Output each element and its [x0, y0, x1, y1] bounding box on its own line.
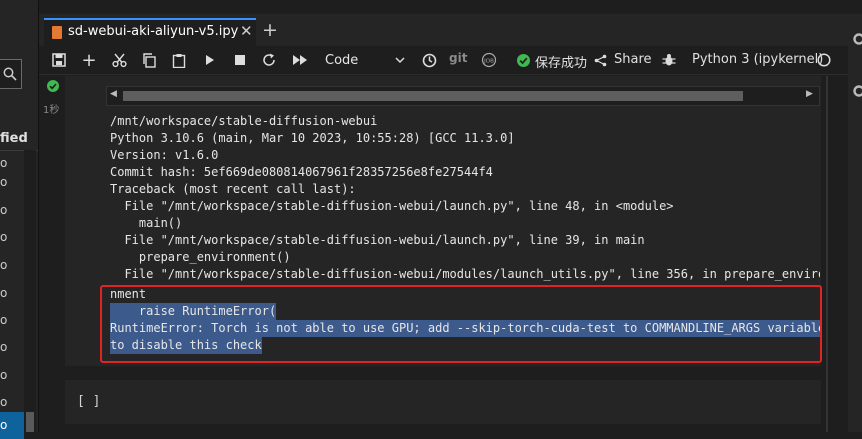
file-list-item[interactable]: o: [0, 224, 24, 251]
chevron-down-icon: [395, 57, 405, 64]
file-list-scrollbar[interactable]: [24, 150, 36, 432]
cell-type-value: Code: [325, 53, 358, 68]
cell-type-dropdown[interactable]: Code: [321, 46, 411, 74]
right-sidebar: [848, 14, 862, 432]
notebook-toolbar: + Code: [39, 46, 862, 75]
file-list-item[interactable]: o: [0, 362, 24, 389]
file-list-item-label: o: [0, 395, 7, 409]
file-list-item[interactable]: o: [0, 280, 24, 307]
kernel-settings-button[interactable]: [659, 46, 679, 74]
file-list-header[interactable]: fied: [0, 128, 38, 151]
bug-icon: [662, 53, 676, 67]
output-line: Version: v1.6.0: [110, 147, 218, 164]
modified-column-label: fied: [0, 131, 28, 146]
output-line: prepare_environment(): [110, 249, 291, 266]
git-button[interactable]: git: [449, 51, 467, 65]
file-list-item-label: o: [0, 175, 7, 189]
close-icon[interactable]: ✕: [240, 22, 253, 40]
save-button[interactable]: [49, 46, 69, 74]
error-highlight-box: [100, 285, 822, 363]
save-status-check-icon: [516, 46, 530, 74]
file-list-item[interactable]: o: [0, 169, 24, 196]
scroll-thumb[interactable]: [123, 91, 743, 101]
share-icon: [593, 46, 607, 74]
stop-icon: [235, 55, 245, 65]
file-list-item[interactable]: o: [0, 334, 24, 361]
svg-text:JOB: JOB: [483, 59, 494, 65]
output-line: File "/mnt/workspace/stable-diffusion-we…: [110, 266, 820, 283]
file-list-item-label: o: [0, 156, 7, 170]
share-button[interactable]: Share: [614, 52, 652, 67]
kernel-name[interactable]: Python 3 (ipykernel): [692, 52, 823, 67]
file-list-item-label: o: [0, 286, 7, 300]
file-list-item-label: o: [0, 203, 7, 217]
execution-success-icon: [47, 80, 59, 96]
file-list-item[interactable]: o: [0, 412, 24, 439]
new-tab-button[interactable]: +: [258, 18, 282, 44]
gear-icon[interactable]: [852, 32, 862, 46]
file-list-item[interactable]: o: [0, 197, 24, 224]
execution-count-label: [ ]: [77, 394, 100, 409]
output-line: Python 3.10.6 (main, Mar 10 2023, 10:55:…: [110, 130, 515, 147]
file-list-item-label: o: [0, 313, 7, 327]
file-search-button[interactable]: [0, 59, 22, 89]
clipboard-icon: [172, 53, 186, 68]
output-line: Traceback (most recent call last):: [110, 181, 356, 198]
file-list-scroll-thumb[interactable]: [26, 412, 34, 432]
job-icon: JOB: [481, 52, 497, 68]
file-list-item[interactable]: o: [0, 252, 24, 279]
file-list-item-label: o: [0, 368, 7, 382]
plus-icon: +: [81, 50, 96, 71]
file-list-item-label: o: [0, 230, 7, 244]
output-line: File "/mnt/workspace/stable-diffusion-we…: [110, 232, 645, 249]
fast-forward-icon: [293, 55, 307, 65]
history-button[interactable]: [419, 46, 439, 74]
output-line: Commit hash: 5ef669de080814067961f283572…: [110, 164, 493, 181]
paste-button[interactable]: [169, 46, 189, 74]
scroll-right-arrow-icon[interactable]: ▶: [806, 89, 813, 99]
cut-button[interactable]: [109, 46, 129, 74]
search-icon: [3, 67, 17, 81]
refresh-icon: [262, 53, 276, 67]
output-line: main(): [110, 215, 182, 232]
notebook-scrollbar[interactable]: [826, 76, 828, 432]
output-line: /mnt/workspace/stable-diffusion-webui: [110, 113, 377, 130]
save-status-text: 保存成功: [535, 52, 587, 71]
job-button[interactable]: JOB: [479, 46, 499, 74]
tab-notebook[interactable]: sd-webui-aki-aliyun-v5.ipynb ✕: [44, 18, 256, 46]
interrupt-kernel-button[interactable]: [231, 46, 249, 74]
clock-icon: [422, 53, 437, 68]
scroll-left-arrow-icon[interactable]: ◀: [110, 89, 117, 99]
execution-time: 1秒: [43, 101, 59, 116]
save-icon: [52, 53, 66, 67]
file-list-item-label: o: [0, 418, 7, 432]
copy-button[interactable]: [139, 46, 159, 74]
empty-code-cell[interactable]: [ ]: [65, 380, 821, 424]
kernel-status-icon: [815, 46, 833, 74]
file-list-item-label: o: [0, 340, 7, 354]
tab-title: sd-webui-aki-aliyun-v5.ipynb: [68, 24, 238, 39]
copy-icon: [142, 53, 156, 68]
file-list-item-label: o: [0, 258, 7, 272]
output-horizontal-scrollbar[interactable]: ◀ ▶: [106, 86, 820, 106]
output-line: File "/mnt/workspace/stable-diffusion-we…: [110, 198, 674, 215]
scissors-icon: [112, 53, 127, 68]
settings-icon[interactable]: [852, 84, 862, 98]
notebook-file-icon: [52, 26, 62, 39]
add-cell-button[interactable]: +: [79, 46, 99, 74]
file-list-item[interactable]: o: [0, 307, 24, 334]
restart-kernel-button[interactable]: [259, 46, 279, 74]
run-cell-button[interactable]: [201, 46, 219, 74]
restart-run-all-button[interactable]: [289, 46, 311, 74]
play-icon: [205, 54, 215, 66]
